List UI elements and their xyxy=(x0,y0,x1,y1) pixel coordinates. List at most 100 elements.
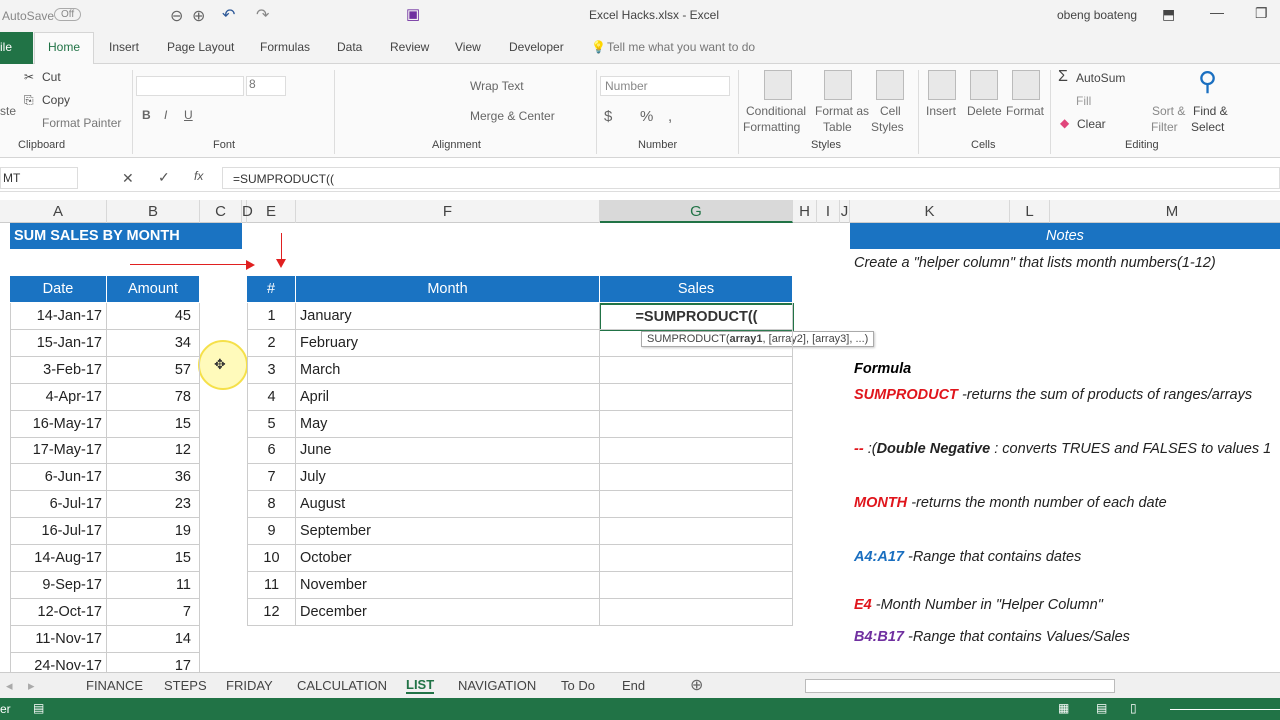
formula-input[interactable]: =SUMPRODUCT(( xyxy=(222,167,1280,189)
month-name-cell[interactable]: October xyxy=(296,545,600,572)
autosum-button[interactable]: AutoSum xyxy=(1076,71,1125,85)
date-cell[interactable]: 14-Aug-17 xyxy=(10,545,107,572)
amount-cell[interactable]: 78 xyxy=(107,383,200,411)
month-name-cell[interactable]: June xyxy=(296,437,600,465)
column-header-k[interactable]: K xyxy=(850,200,1010,223)
tab-file[interactable]: ile xyxy=(0,40,12,54)
month-number-cell[interactable]: 5 xyxy=(247,410,296,438)
tab-view[interactable]: View xyxy=(455,40,481,54)
column-header-j[interactable]: J xyxy=(840,200,850,223)
font-size-box[interactable]: 8 xyxy=(246,76,286,96)
cell-styles-label2[interactable]: Styles xyxy=(871,120,904,134)
sales-cell[interactable] xyxy=(600,491,793,519)
amount-cell[interactable]: 11 xyxy=(107,571,200,599)
month-name-cell[interactable]: February xyxy=(296,329,600,357)
month-number-cell[interactable]: 1 xyxy=(247,302,296,330)
month-number-cell[interactable]: 12 xyxy=(247,598,296,626)
horizontal-scrollbar[interactable] xyxy=(805,679,1115,693)
amount-cell[interactable]: 12 xyxy=(107,437,200,465)
amount-cell[interactable]: 14 xyxy=(107,625,200,653)
column-header-l[interactable]: L xyxy=(1010,200,1050,223)
sales-cell[interactable] xyxy=(600,518,793,546)
scroll-right-icon[interactable]: ▸ xyxy=(28,678,35,694)
month-name-cell[interactable]: April xyxy=(296,383,600,411)
sales-cell[interactable] xyxy=(600,383,793,411)
macro-record-icon[interactable]: ▤ xyxy=(33,701,44,715)
tab-data[interactable]: Data xyxy=(337,40,362,54)
month-name-cell[interactable]: March xyxy=(296,356,600,384)
italic-button[interactable]: I xyxy=(164,108,167,122)
sheet-tab-navigation[interactable]: NAVIGATION xyxy=(458,678,536,693)
month-number-cell[interactable]: 10 xyxy=(247,545,296,572)
sheet-tab-end[interactable]: End xyxy=(622,678,645,693)
new-sheet-icon[interactable]: ⊕ xyxy=(690,675,703,695)
sheet-tab-to-do[interactable]: To Do xyxy=(561,678,595,693)
sheet-tab-finance[interactable]: FINANCE xyxy=(86,678,143,693)
month-number-cell[interactable]: 6 xyxy=(247,437,296,465)
month-number-cell[interactable]: 4 xyxy=(247,383,296,411)
month-number-cell[interactable]: 7 xyxy=(247,464,296,492)
sort-filter-label2[interactable]: Filter xyxy=(1151,120,1178,134)
user-name[interactable]: obeng boateng xyxy=(1057,8,1137,22)
sales-cell[interactable] xyxy=(600,356,793,384)
sales-cell[interactable] xyxy=(600,545,793,572)
percent-button[interactable]: % xyxy=(640,108,653,125)
month-number-cell[interactable]: 11 xyxy=(247,571,296,599)
bold-button[interactable]: B xyxy=(142,108,151,122)
amount-cell[interactable]: 45 xyxy=(107,302,200,330)
number-format-box[interactable]: Number xyxy=(600,76,730,96)
date-cell[interactable]: 16-May-17 xyxy=(10,410,107,438)
column-header-c[interactable]: C xyxy=(200,200,242,223)
sheet-tab-friday[interactable]: FRIDAY xyxy=(226,678,273,693)
comma-button[interactable]: , xyxy=(668,108,672,125)
column-header-e[interactable]: E xyxy=(247,200,296,223)
save-icon[interactable]: ▣ xyxy=(406,5,420,23)
cell-styles-button[interactable]: Cell xyxy=(880,104,901,118)
date-cell[interactable]: 12-Oct-17 xyxy=(10,598,107,626)
font-name-box[interactable] xyxy=(136,76,244,96)
month-number-cell[interactable]: 8 xyxy=(247,491,296,519)
sales-cell[interactable] xyxy=(600,598,793,626)
fill-button[interactable]: Fill xyxy=(1076,94,1091,108)
amount-cell[interactable]: 7 xyxy=(107,598,200,626)
autosave-toggle[interactable]: Off xyxy=(54,8,82,21)
find-select-button[interactable]: Find & xyxy=(1193,104,1228,118)
date-cell[interactable]: 14-Jan-17 xyxy=(10,302,107,330)
zoom-slider[interactable] xyxy=(1170,709,1280,710)
month-name-cell[interactable]: August xyxy=(296,491,600,519)
date-cell[interactable]: 16-Jul-17 xyxy=(10,518,107,546)
sales-cell[interactable] xyxy=(600,464,793,492)
cut-button[interactable]: Cut xyxy=(42,70,61,84)
amount-cell[interactable]: 23 xyxy=(107,491,200,519)
sales-cell[interactable] xyxy=(600,302,793,330)
date-cell[interactable]: 17-May-17 xyxy=(10,437,107,465)
date-cell[interactable]: 9-Sep-17 xyxy=(10,571,107,599)
merge-center-button[interactable]: Merge & Center xyxy=(470,109,555,123)
column-header-i[interactable]: I xyxy=(817,200,840,223)
month-name-cell[interactable]: September xyxy=(296,518,600,546)
amount-cell[interactable]: 57 xyxy=(107,356,200,384)
wrap-text-button[interactable]: Wrap Text xyxy=(470,79,524,93)
tab-developer[interactable]: Developer xyxy=(509,40,564,54)
tab-home[interactable]: Home xyxy=(48,40,80,54)
column-header-a[interactable]: A xyxy=(10,200,107,223)
tab-page-layout[interactable]: Page Layout xyxy=(167,40,234,54)
month-name-cell[interactable]: January xyxy=(296,302,600,330)
sort-filter-button[interactable]: Sort & xyxy=(1152,104,1185,118)
sales-cell[interactable] xyxy=(600,571,793,599)
format-as-table-label2[interactable]: Table xyxy=(823,120,852,134)
column-header-f[interactable]: F xyxy=(296,200,600,223)
clear-button[interactable]: Clear xyxy=(1077,117,1106,131)
insert-function-icon[interactable]: fx xyxy=(194,169,203,183)
date-cell[interactable]: 15-Jan-17 xyxy=(10,329,107,357)
find-select-label2[interactable]: Select xyxy=(1191,120,1224,134)
cancel-icon[interactable]: ✕ xyxy=(122,170,134,187)
amount-cell[interactable]: 34 xyxy=(107,329,200,357)
underline-button[interactable]: U xyxy=(184,108,193,122)
date-cell[interactable]: 6-Jun-17 xyxy=(10,464,107,492)
page-layout-view-icon[interactable]: ▤ xyxy=(1096,701,1107,715)
copy-button[interactable]: Copy xyxy=(42,93,70,107)
sales-cell[interactable] xyxy=(600,329,793,357)
normal-view-icon[interactable]: ▦ xyxy=(1058,701,1069,715)
delete-cells-button[interactable]: Delete xyxy=(967,104,1002,118)
